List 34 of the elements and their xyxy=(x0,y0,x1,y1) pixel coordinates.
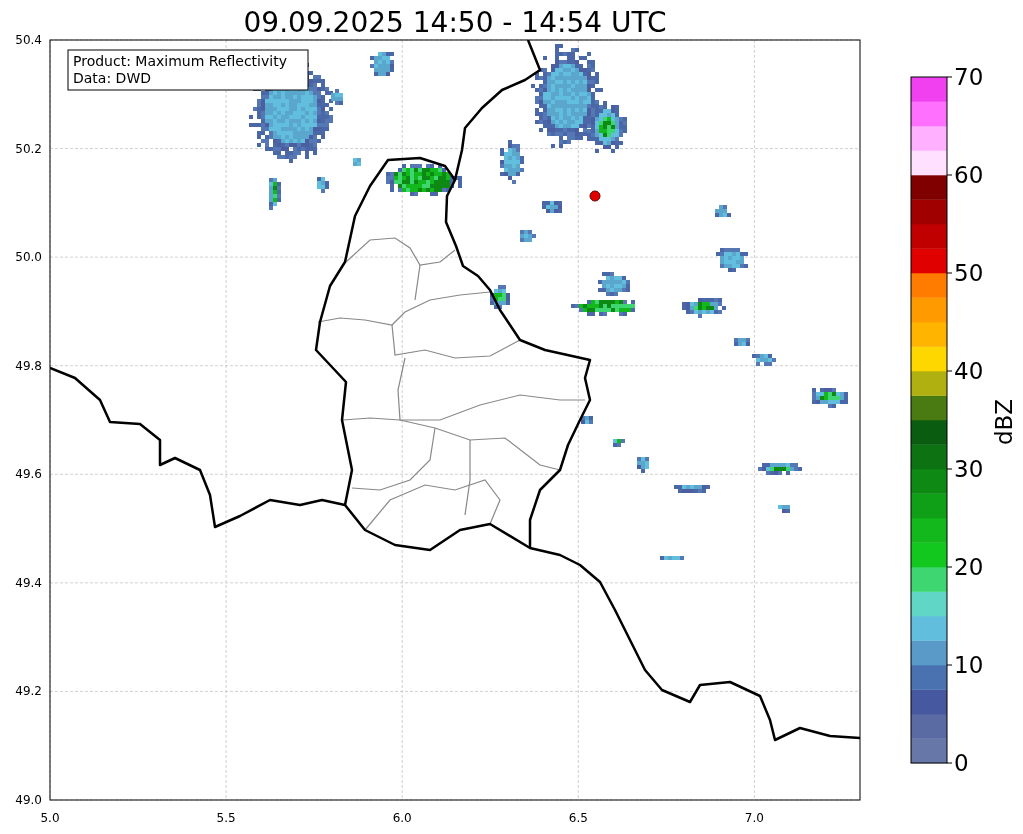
axis-tick-label: 49.6 xyxy=(15,467,42,482)
colorbar-label: dBZ xyxy=(991,398,1017,446)
tick-mark xyxy=(946,468,953,470)
axis-tick-label: 6.0 xyxy=(392,811,412,825)
colorbar-tick-label: 40 xyxy=(954,358,984,384)
axis-tick-label: 5.0 xyxy=(40,811,60,825)
colorbar-tick-label: 20 xyxy=(954,554,984,580)
axis-tick-label: 7.0 xyxy=(744,811,764,825)
colorbar-tick-label: 10 xyxy=(954,652,984,678)
tick-mark xyxy=(946,664,953,666)
axis-tick-label: 50.2 xyxy=(15,141,42,156)
tick-mark xyxy=(946,174,953,176)
axis-tick-label: 49.4 xyxy=(15,575,42,590)
colorbar-tick-label: 60 xyxy=(954,162,984,188)
axis-tick-label: 6.5 xyxy=(568,811,588,825)
colorbar-tick-label: 30 xyxy=(954,456,984,482)
axis-tick-label: 50.4 xyxy=(15,33,42,47)
tick-mark xyxy=(946,370,953,372)
tick-mark xyxy=(946,272,953,274)
axis-tick-label: 49.2 xyxy=(15,684,42,699)
colorbar-tick-label: 0 xyxy=(954,750,969,776)
tick-mark xyxy=(946,76,953,78)
colorbar-tick-label: 50 xyxy=(954,260,984,286)
tick-mark xyxy=(946,762,953,764)
axis-tick-label: 49.0 xyxy=(15,793,42,807)
axis-tick-label: 5.5 xyxy=(216,811,236,825)
legend-text: Data: DWD xyxy=(73,70,151,86)
station-marker xyxy=(589,190,601,202)
chart-title: 09.09.2025 14:50 - 14:54 UTC xyxy=(243,6,667,39)
colorbar-tick-label: 70 xyxy=(954,64,984,90)
axis-tick-label: 50.0 xyxy=(15,250,42,265)
legend-text: Product: Maximum Reflectivity xyxy=(73,53,287,69)
axis-tick-label: 49.8 xyxy=(15,358,42,373)
tick-mark xyxy=(946,566,953,568)
